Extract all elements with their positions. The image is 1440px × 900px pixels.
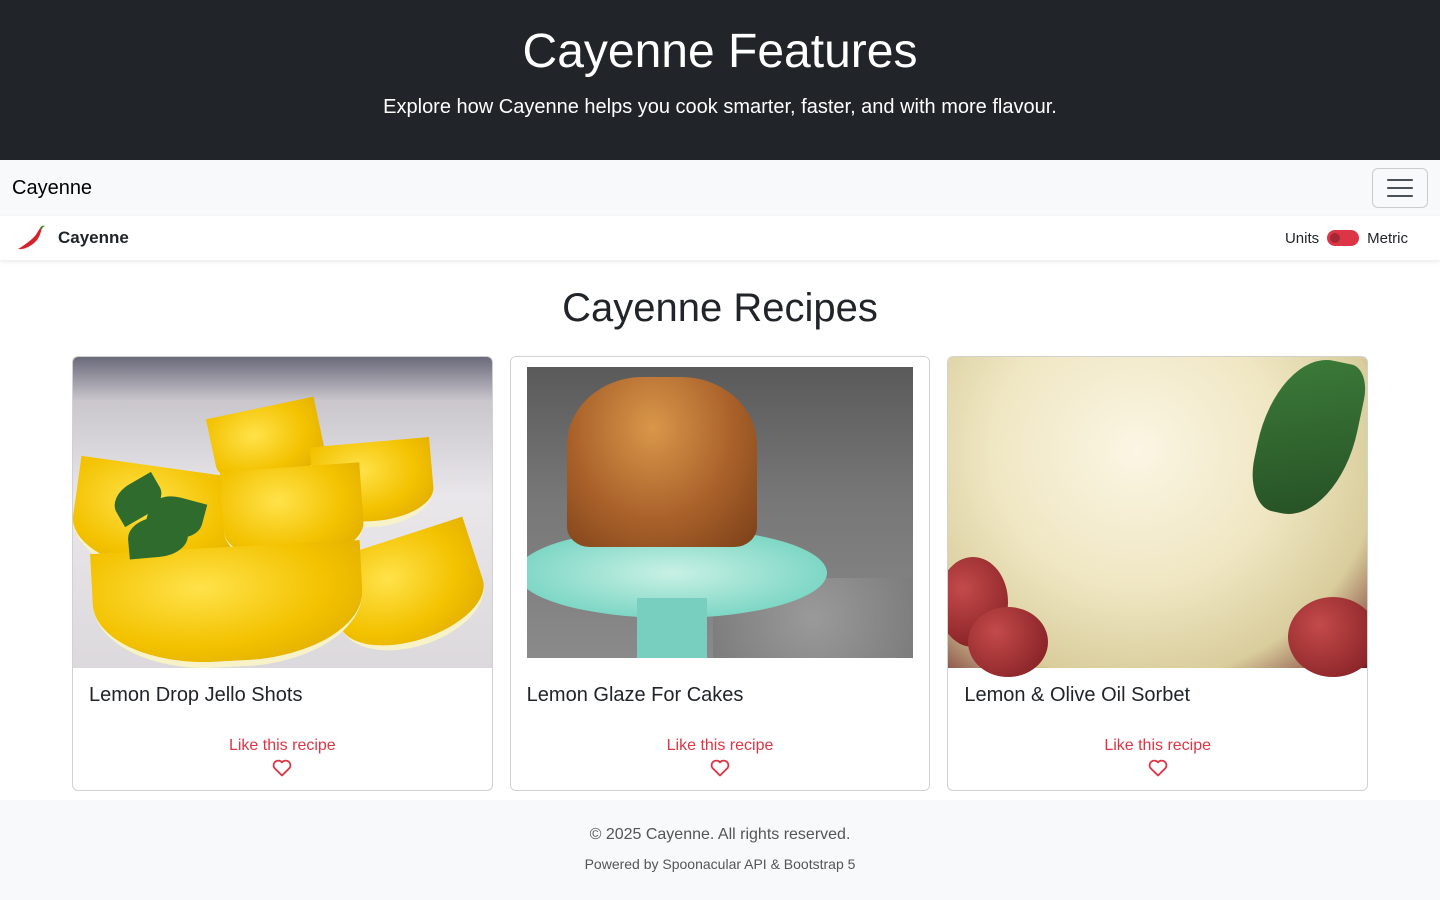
footer-powered-by: Powered by Spoonacular API & Bootstrap 5 (584, 856, 856, 872)
hero-banner: Cayenne Features Explore how Cayenne hel… (0, 0, 1440, 160)
hamburger-menu-icon (1387, 179, 1413, 181)
like-label: Like this recipe (228, 737, 336, 754)
top-navbar: Cayenne (0, 160, 1440, 216)
like-button[interactable]: Like this recipe (527, 737, 914, 782)
like-button[interactable]: Like this recipe (89, 737, 476, 782)
recipe-card-list: Lemon Drop Jello Shots Like this recipe (0, 356, 1440, 791)
recipe-title[interactable]: Lemon Glaze For Cakes (527, 684, 914, 707)
units-control: Units Metric (1285, 230, 1408, 247)
recipe-card[interactable]: Lemon Drop Jello Shots Like this recipe (72, 356, 493, 791)
hamburger-menu-button[interactable] (1372, 168, 1428, 208)
recipe-card[interactable]: Lemon Glaze For Cakes Like this recipe (509, 356, 931, 791)
chili-pepper-icon (18, 225, 45, 250)
recipes-heading: Cayenne Recipes (562, 286, 878, 330)
recipe-image[interactable] (72, 357, 492, 674)
heart-outline-icon (1148, 759, 1167, 777)
hero-title: Cayenne Features (522, 25, 918, 78)
units-value: Metric (1367, 229, 1408, 247)
navbar-brand[interactable]: Cayenne (12, 177, 92, 200)
app-brand-name: Cayenne (58, 228, 129, 247)
like-label: Like this recipe (1104, 737, 1212, 754)
recipes-section: Cayenne Recipes Lemon Drop Jello Shots L… (0, 260, 1440, 800)
recipe-card[interactable]: Lemon & Olive Oil Sorbet Like this recip… (947, 356, 1369, 791)
heart-outline-icon (273, 759, 292, 777)
units-toggle-switch[interactable] (1327, 230, 1360, 246)
heart-outline-icon (710, 759, 730, 777)
hero-subtitle: Explore how Cayenne helps you cook smart… (383, 96, 1057, 118)
like-button[interactable]: Like this recipe (964, 737, 1351, 782)
recipe-title[interactable]: Lemon Drop Jello Shots (89, 684, 476, 707)
footer-copyright: © 2025 Cayenne. All rights reserved. (589, 826, 851, 843)
units-label: Units (1284, 229, 1320, 247)
recipe-image[interactable] (948, 357, 1368, 677)
page-footer: © 2025 Cayenne. All rights reserved. Pow… (0, 800, 1440, 900)
recipe-title[interactable]: Lemon & Olive Oil Sorbet (964, 684, 1351, 707)
app-brand-link[interactable]: Cayenne (16, 224, 129, 252)
like-label: Like this recipe (666, 737, 774, 754)
app-bar: Cayenne Units Metric (0, 216, 1440, 260)
recipe-image[interactable] (510, 357, 930, 668)
